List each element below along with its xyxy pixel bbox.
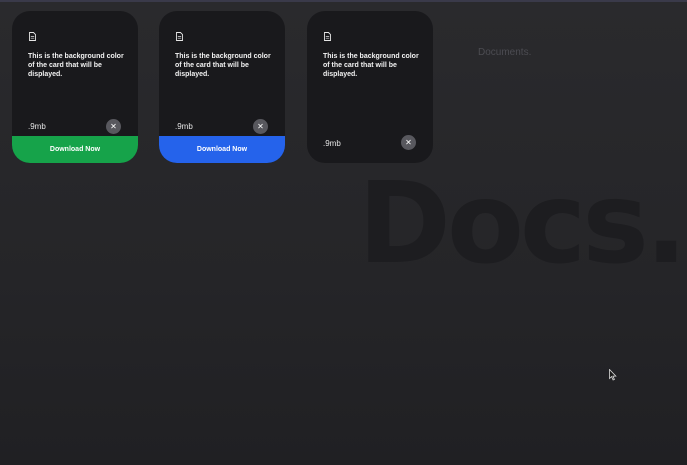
file-size: .9mb [28,122,46,131]
close-icon: ✕ [257,122,264,131]
download-now-button[interactable]: Download Now [159,136,285,163]
close-icon: ✕ [405,138,412,147]
background-subtitle: Documents. [478,47,532,58]
close-icon: ✕ [110,122,117,131]
close-button[interactable]: ✕ [253,119,268,134]
file-size: .9mb [323,139,341,148]
document-icon [324,32,331,41]
document-card-2: This is the background color of the card… [159,11,285,163]
document-card-3: This is the background color of the card… [307,11,433,163]
file-size: .9mb [175,122,193,131]
document-icon [176,32,183,41]
card-description: This is the background color of the card… [323,53,419,78]
card-description: This is the background color of the card… [175,53,271,78]
close-button[interactable]: ✕ [401,135,416,150]
card-description: This is the background color of the card… [28,53,124,78]
close-button[interactable]: ✕ [106,119,121,134]
document-icon [29,32,36,41]
background-watermark: Docs. [358,159,687,289]
document-card-1: This is the background color of the card… [12,11,138,163]
top-divider [0,0,687,2]
download-now-button[interactable]: Download Now [12,136,138,163]
mouse-cursor-icon [609,369,617,381]
